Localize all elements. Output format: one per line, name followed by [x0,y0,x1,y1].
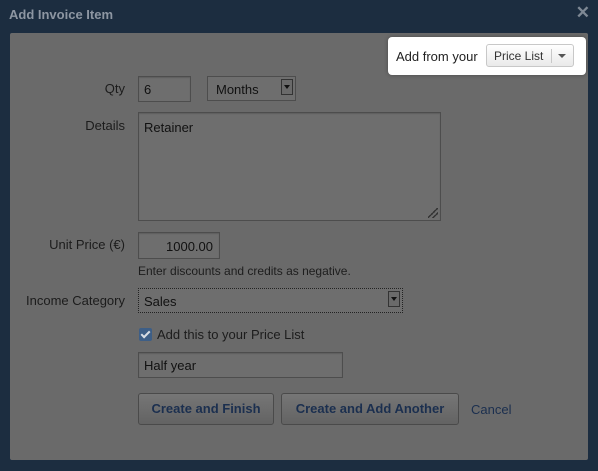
qty-value: 6 [144,82,152,97]
income-category-label: Income Category [26,293,125,308]
price-list-chooser: Add from your Price List [388,37,586,75]
negative-amount-hint: Enter discounts and credits as negative. [138,264,351,278]
qty-label: Qty [104,81,125,96]
unit-select-value: Months [216,82,259,97]
price-list-button-label: Price List [494,49,544,63]
details-textarea[interactable]: Retainer [138,112,441,221]
close-icon[interactable]: ✕ [576,3,590,23]
qty-input[interactable]: 6 [138,76,191,102]
button-divider [551,49,552,63]
add-to-price-list-label: Add this to your Price List [157,327,305,342]
income-category-select[interactable]: Sales [138,288,403,313]
chevron-down-icon [388,291,400,307]
unit-price-input[interactable]: 1000.00 [138,232,220,259]
income-category-value: Sales [144,294,177,309]
details-value: Retainer [144,120,194,135]
price-list-dropdown-button[interactable]: Price List [486,44,574,67]
unit-price-value: 1000.00 [166,239,213,254]
unit-price-label: Unit Price (€) [49,237,125,252]
chevron-down-icon [281,79,293,95]
add-from-label: Add from your [396,49,478,64]
resize-grip-icon[interactable] [428,208,438,218]
create-and-add-another-button[interactable]: Create and Add Another [281,393,459,425]
price-list-name-value: Half year [144,358,197,373]
unit-select[interactable]: Months [207,76,296,101]
cancel-link[interactable]: Cancel [471,402,511,417]
dialog-title: Add Invoice Item [9,7,114,22]
create-and-finish-button[interactable]: Create and Finish [138,393,274,425]
add-to-price-list-checkbox[interactable] [139,328,152,341]
chevron-down-icon [558,54,566,58]
price-list-name-input[interactable]: Half year [138,352,343,378]
details-label: Details [85,118,125,133]
